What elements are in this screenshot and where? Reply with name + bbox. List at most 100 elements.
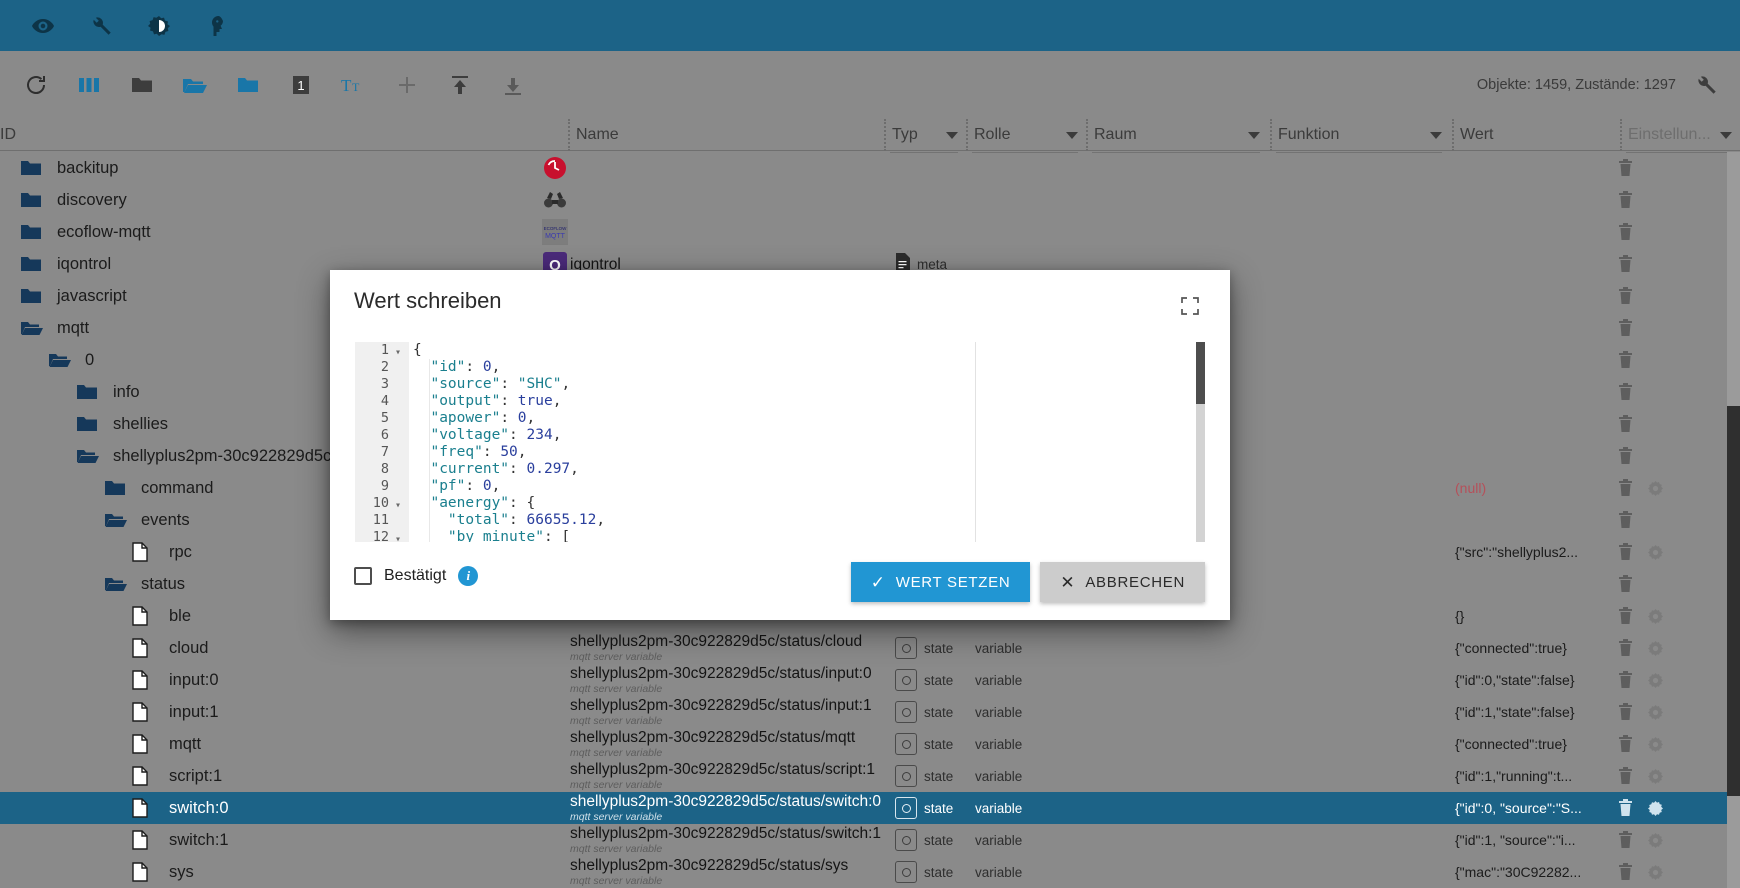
cell-id[interactable]: ecoflow-mqtt bbox=[0, 216, 560, 248]
table-row[interactable]: backitup bbox=[0, 152, 1727, 184]
column-header-typ[interactable]: Typ bbox=[884, 119, 964, 153]
table-row[interactable]: cloud shellyplus2pm-30c922829d5c/status/c… bbox=[0, 632, 1727, 664]
cell-id[interactable]: sys bbox=[0, 856, 560, 888]
trash-icon[interactable] bbox=[1618, 287, 1633, 305]
column-header-raum[interactable]: Raum bbox=[1086, 119, 1266, 153]
cell-wert[interactable]: {"connected":true} bbox=[1455, 728, 1615, 760]
file-icon[interactable] bbox=[132, 766, 158, 786]
trash-icon[interactable] bbox=[1618, 639, 1633, 657]
trash-icon[interactable] bbox=[1618, 319, 1633, 337]
column-header-einstellungen[interactable]: Einstellun... bbox=[1620, 119, 1738, 153]
eye-icon[interactable] bbox=[30, 13, 56, 39]
column-header-id[interactable]: ID bbox=[0, 119, 505, 151]
cell-id[interactable]: switch:0 bbox=[0, 792, 560, 824]
column-header-rolle[interactable]: Rolle bbox=[966, 119, 1084, 153]
folder-open-icon[interactable] bbox=[104, 510, 130, 530]
json-editor[interactable]: 1 ▾{2 "id": 0, 3 "source": "SHC", 4 "output… bbox=[355, 342, 1205, 542]
cell-wert[interactable]: {} bbox=[1455, 600, 1615, 632]
trash-icon[interactable] bbox=[1618, 703, 1633, 721]
file-icon[interactable] bbox=[132, 798, 158, 818]
gear-icon[interactable] bbox=[1647, 672, 1664, 689]
trash-icon[interactable] bbox=[1618, 447, 1633, 465]
folder-open-icon[interactable] bbox=[179, 69, 211, 101]
file-icon[interactable] bbox=[132, 830, 158, 850]
scrollbar-thumb[interactable] bbox=[1727, 406, 1740, 796]
cell-wert[interactable]: {"id":1, "source":"i... bbox=[1455, 824, 1615, 856]
trash-icon[interactable] bbox=[1618, 255, 1633, 273]
cell-id[interactable]: cloud bbox=[0, 632, 560, 664]
trash-icon[interactable] bbox=[1618, 479, 1633, 497]
trash-icon[interactable] bbox=[1618, 383, 1633, 401]
trash-icon[interactable] bbox=[1618, 543, 1633, 561]
editor-scrollbar-thumb[interactable] bbox=[1196, 342, 1205, 404]
trash-icon[interactable] bbox=[1618, 351, 1633, 369]
cell-wert[interactable]: {"mac":"30C92282... bbox=[1455, 856, 1615, 888]
column-header-funktion[interactable]: Funktion bbox=[1270, 119, 1448, 153]
trash-icon[interactable] bbox=[1618, 575, 1633, 593]
table-vertical-scrollbar[interactable] bbox=[1727, 152, 1740, 888]
folder-filled-icon[interactable] bbox=[232, 69, 264, 101]
trash-icon[interactable] bbox=[1618, 767, 1633, 785]
cell-id[interactable]: input:1 bbox=[0, 696, 560, 728]
trash-icon[interactable] bbox=[1618, 831, 1633, 849]
cell-wert[interactable]: {"id":1,"running":t... bbox=[1455, 760, 1615, 792]
info-icon[interactable]: i bbox=[458, 566, 479, 586]
trash-icon[interactable] bbox=[1618, 191, 1633, 209]
gear-icon[interactable] bbox=[1647, 800, 1664, 817]
editor-fold-toggle-icon[interactable]: ▾ bbox=[393, 531, 403, 542]
table-row[interactable]: sys shellyplus2pm-30c922829d5c/status/sys… bbox=[0, 856, 1727, 888]
folder-closed-icon[interactable] bbox=[104, 478, 130, 498]
folder-open-icon[interactable] bbox=[20, 318, 46, 338]
trash-icon[interactable] bbox=[1618, 607, 1633, 625]
head-icon[interactable] bbox=[204, 13, 230, 39]
wrench-icon[interactable] bbox=[88, 13, 114, 39]
folder-closed-icon[interactable] bbox=[76, 414, 102, 434]
text-size-icon[interactable]: TT bbox=[338, 69, 370, 101]
gear-icon[interactable] bbox=[1647, 480, 1664, 497]
file-icon[interactable] bbox=[132, 606, 158, 626]
depth-1-icon[interactable]: 1 bbox=[285, 69, 317, 101]
folder-closed-icon[interactable] bbox=[20, 254, 46, 274]
table-row[interactable]: switch:0 shellyplus2pm-30c922829d5c/statu… bbox=[0, 792, 1727, 824]
refresh-icon[interactable] bbox=[20, 69, 52, 101]
table-row[interactable]: ecoflow-mqtt ECOFLOW MQTT bbox=[0, 216, 1727, 248]
column-header-name[interactable]: Name bbox=[568, 119, 878, 151]
upload-icon[interactable] bbox=[444, 69, 476, 101]
gear-icon[interactable] bbox=[1647, 832, 1664, 849]
gear-icon[interactable] bbox=[1647, 640, 1664, 657]
cell-wert[interactable]: {"connected":true} bbox=[1455, 632, 1615, 664]
gear-icon[interactable] bbox=[1647, 768, 1664, 785]
chevron-down-icon[interactable] bbox=[1248, 131, 1260, 139]
trash-icon[interactable] bbox=[1618, 799, 1633, 817]
folder-closed-icon[interactable] bbox=[20, 190, 46, 210]
cell-wert[interactable]: {"id":1,"state":false} bbox=[1455, 696, 1615, 728]
file-icon[interactable] bbox=[132, 862, 158, 882]
trash-icon[interactable] bbox=[1618, 415, 1633, 433]
folder-closed-icon[interactable] bbox=[76, 382, 102, 402]
cell-wert[interactable]: {"id":0,"state":false} bbox=[1455, 664, 1615, 696]
folder-open-icon[interactable] bbox=[76, 446, 102, 466]
chevron-down-icon[interactable] bbox=[1430, 131, 1442, 139]
cell-id[interactable]: input:0 bbox=[0, 664, 560, 696]
cell-id[interactable]: switch:1 bbox=[0, 824, 560, 856]
column-header-wert[interactable]: Wert bbox=[1452, 119, 1612, 151]
trash-icon[interactable] bbox=[1618, 671, 1633, 689]
cell-wert[interactable]: (null) bbox=[1455, 472, 1615, 504]
table-row[interactable]: mqtt shellyplus2pm-30c922829d5c/status/mq… bbox=[0, 728, 1727, 760]
file-icon[interactable] bbox=[132, 638, 158, 658]
chevron-down-icon[interactable] bbox=[1720, 131, 1732, 139]
cell-id[interactable]: discovery bbox=[0, 184, 560, 216]
table-row[interactable]: input:0 shellyplus2pm-30c922829d5c/status… bbox=[0, 664, 1727, 696]
trash-icon[interactable] bbox=[1618, 159, 1633, 177]
fullscreen-icon[interactable] bbox=[1178, 294, 1202, 318]
file-icon[interactable] bbox=[132, 734, 158, 754]
trash-icon[interactable] bbox=[1618, 223, 1633, 241]
table-row[interactable]: input:1 shellyplus2pm-30c922829d5c/status… bbox=[0, 696, 1727, 728]
chevron-down-icon[interactable] bbox=[946, 131, 958, 139]
editor-code-area[interactable]: 1 ▾{2 "id": 0, 3 "source": "SHC", 4 "output… bbox=[355, 342, 1205, 542]
cancel-button[interactable]: ✕ ABBRECHEN bbox=[1040, 562, 1205, 602]
gear-icon[interactable] bbox=[1647, 864, 1664, 881]
gear-icon[interactable] bbox=[1647, 736, 1664, 753]
cell-wert[interactable]: {"id":0, "source":"S... bbox=[1455, 792, 1615, 824]
gear-icon[interactable] bbox=[1647, 704, 1664, 721]
